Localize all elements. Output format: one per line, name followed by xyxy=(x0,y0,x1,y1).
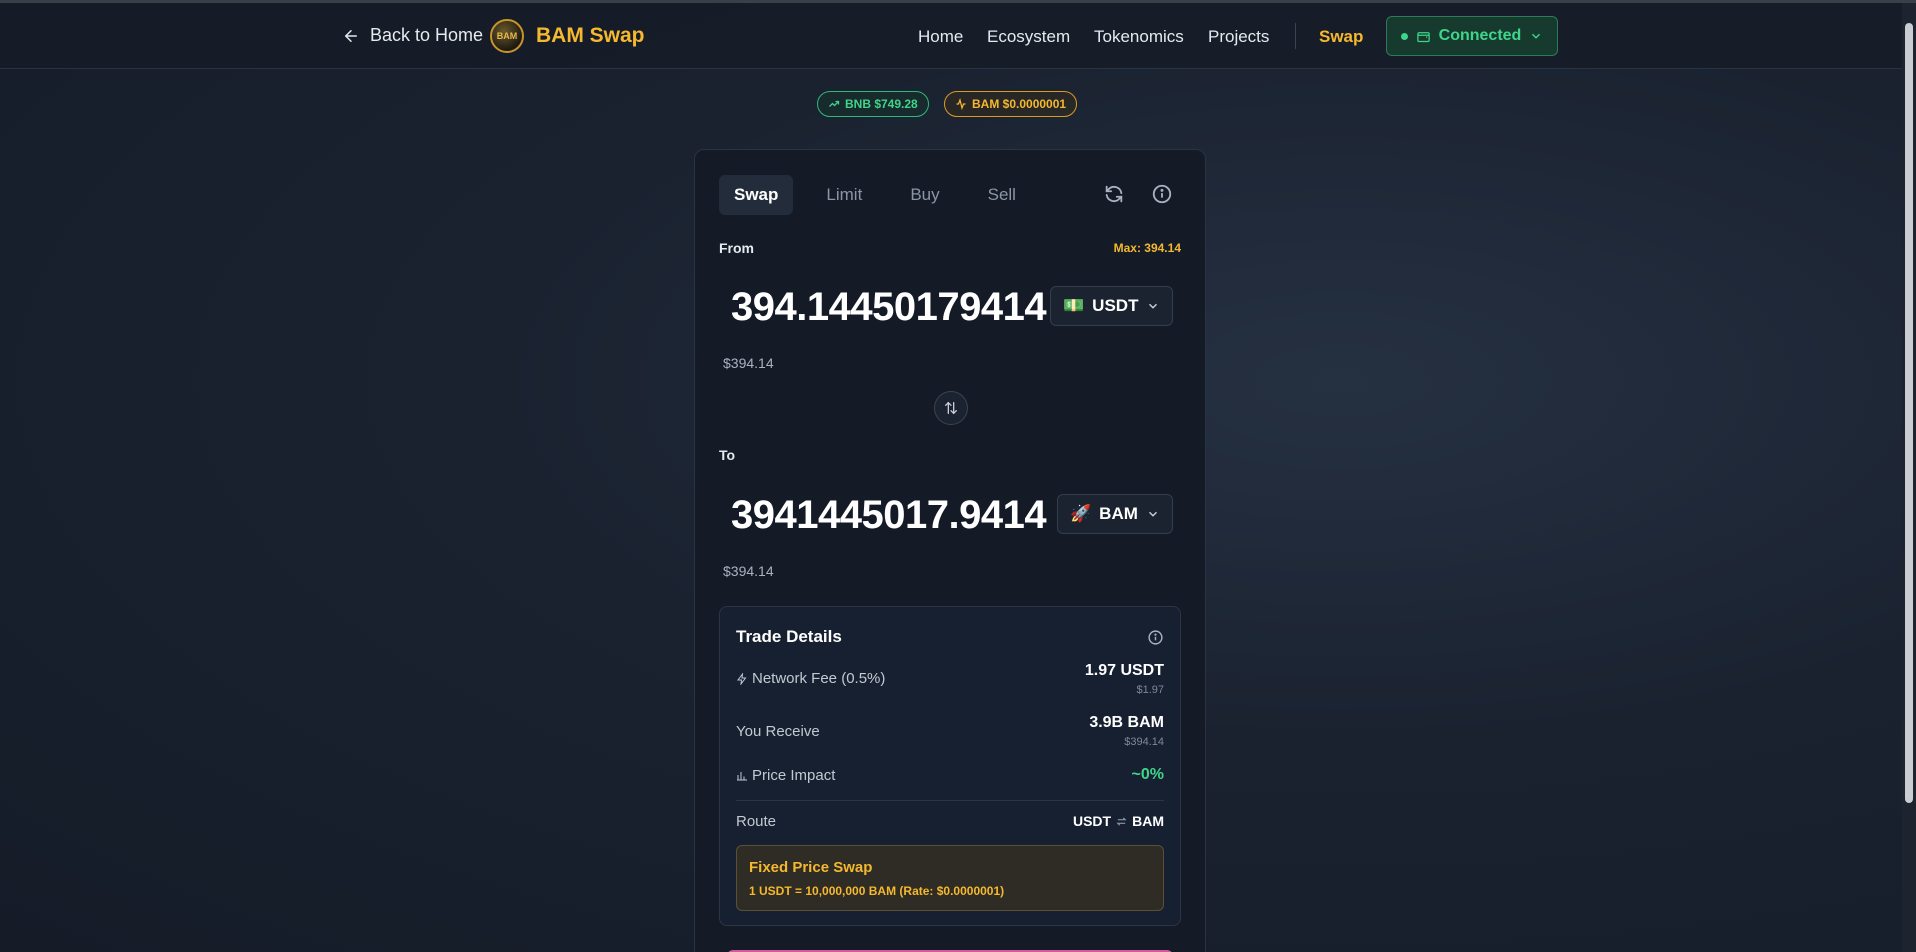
nav-ecosystem[interactable]: Ecosystem xyxy=(987,27,1070,47)
route-from: USDT xyxy=(1072,813,1112,829)
network-fee-label-row: Network Fee (0.5%) xyxy=(736,670,885,687)
rocket-icon: 🚀 xyxy=(1070,504,1092,523)
tab-swap[interactable]: Swap xyxy=(719,175,794,215)
wallet-status: Connected xyxy=(1438,27,1522,44)
route-label: Route xyxy=(736,813,777,830)
fixed-price-rate: 1 USDT = 10,000,000 BAM (Rate: $0.000000… xyxy=(749,884,1005,898)
network-fee-usd: $1.97 xyxy=(1136,684,1164,696)
from-usd-value: $394.14 xyxy=(723,355,774,371)
status-dot xyxy=(1400,32,1408,40)
scrollbar-thumb[interactable] xyxy=(1905,23,1913,803)
refresh-icon[interactable] xyxy=(1103,183,1125,205)
to-label: To xyxy=(719,447,736,463)
from-amount-input[interactable]: 394.14450179414 xyxy=(731,285,1047,330)
tab-limit[interactable]: Limit xyxy=(811,175,877,215)
from-label: From xyxy=(719,240,754,256)
tab-sell[interactable]: Sell xyxy=(973,175,1031,215)
back-label: Back to Home xyxy=(370,25,484,45)
bnb-price-badge: BNB $749.28 xyxy=(817,91,929,117)
trending-up-icon xyxy=(829,100,840,107)
scrollbar-track[interactable] xyxy=(1902,3,1916,952)
bam-logo: BAM xyxy=(490,19,524,53)
divider xyxy=(736,800,1164,801)
you-receive-usd: $394.14 xyxy=(1124,736,1164,748)
network-fee-label: Network Fee (0.5%) xyxy=(752,670,886,687)
route-to: BAM xyxy=(1132,813,1164,829)
info-icon[interactable] xyxy=(1147,629,1164,646)
from-token-select[interactable]: 💵 USDT xyxy=(1050,286,1174,326)
arrow-left-icon xyxy=(345,29,357,42)
chevron-down-icon xyxy=(1532,33,1541,39)
swap-card: Swap Limit Buy Sell From Max: 394.14 394… xyxy=(694,149,1206,952)
network-fee-value: 1.97 USDT xyxy=(1084,662,1164,679)
to-token-symbol: BAM xyxy=(1099,504,1138,523)
you-receive-value: 3.9B BAM xyxy=(1089,714,1164,731)
to-usd-value: $394.14 xyxy=(723,563,774,579)
chevron-down-icon xyxy=(1149,303,1158,309)
usdt-icon: 💵 xyxy=(1063,296,1085,315)
brand-name: BAM Swap xyxy=(536,24,645,47)
route-value: USDT BAM xyxy=(1073,813,1164,829)
info-icon[interactable] xyxy=(1151,183,1173,205)
from-token-symbol: USDT xyxy=(1092,296,1139,315)
bam-price-badge: BAM $0.0000001 xyxy=(944,91,1078,117)
fixed-price-notice: Fixed Price Swap 1 USDT = 10,000,000 BAM… xyxy=(736,845,1164,911)
bnb-price: BNB $749.28 xyxy=(845,97,918,111)
activity-icon xyxy=(956,98,966,110)
price-impact-value: ~0% xyxy=(1131,766,1164,783)
wallet-connected-button[interactable]: Connected xyxy=(1386,16,1558,56)
arrows-exchange-icon xyxy=(1116,816,1127,826)
nav-projects[interactable]: Projects xyxy=(1208,27,1269,47)
max-button[interactable]: Max: 394.14 xyxy=(1114,241,1181,255)
lightning-icon xyxy=(737,672,747,685)
fixed-price-title: Fixed Price Swap xyxy=(749,859,873,876)
nav-swap[interactable]: Swap xyxy=(1319,27,1363,47)
top-navbar: Back to Home BAM BAM Swap Home Ecosystem… xyxy=(0,3,1902,69)
brand-logo-link[interactable]: BAM BAM Swap xyxy=(490,19,645,53)
bam-price: BAM $0.0000001 xyxy=(972,97,1067,111)
wallet-icon xyxy=(1416,31,1430,42)
back-to-home-link[interactable]: Back to Home xyxy=(342,25,483,46)
trade-details-panel: Trade Details Network Fee (0.5%) 1.97 US… xyxy=(719,606,1181,926)
tab-buy[interactable]: Buy xyxy=(895,175,954,215)
price-impact-label: Price Impact xyxy=(752,767,836,784)
chevron-down-icon xyxy=(1148,511,1157,517)
nav-divider xyxy=(1295,23,1296,49)
to-token-select[interactable]: 🚀 BAM xyxy=(1057,494,1173,534)
swap-tabs: Swap Limit Buy Sell xyxy=(719,175,1049,215)
bar-chart-icon xyxy=(737,771,747,780)
nav-home[interactable]: Home xyxy=(918,27,963,47)
price-impact-label-row: Price Impact xyxy=(736,767,835,784)
to-amount-output[interactable]: 3941445017.9414 xyxy=(731,493,1047,538)
trade-details-title: Trade Details xyxy=(736,627,842,646)
you-receive-label: You Receive xyxy=(736,723,820,740)
switch-tokens-button[interactable] xyxy=(934,391,968,425)
nav-tokenomics[interactable]: Tokenomics xyxy=(1094,27,1184,47)
arrows-up-down-icon xyxy=(945,401,957,415)
